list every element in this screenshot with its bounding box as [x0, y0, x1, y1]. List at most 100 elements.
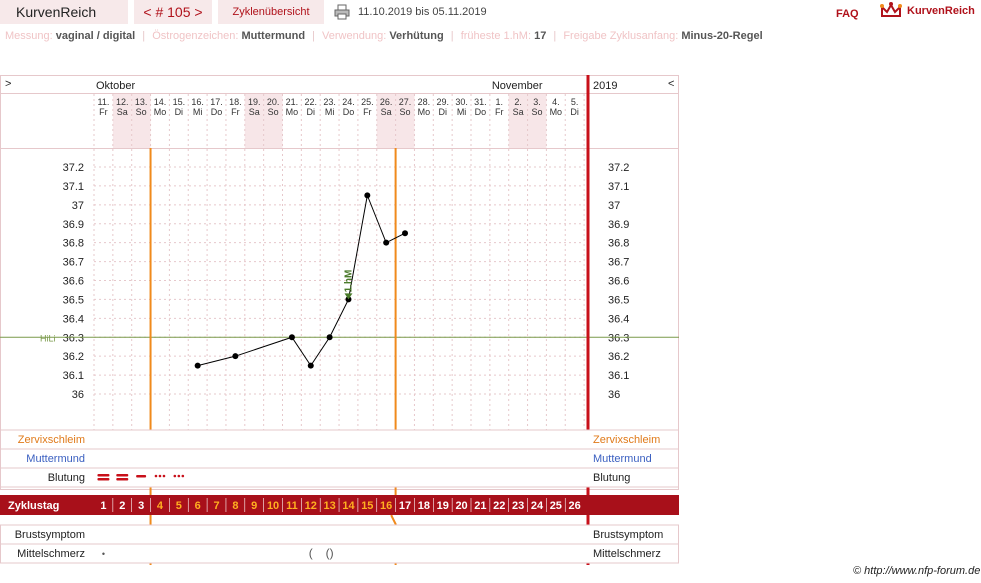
y-tick-label-left: 36.5 — [63, 294, 84, 306]
bleeding-light-mark — [177, 474, 181, 478]
copyright[interactable]: © http://www.nfp-forum.de — [853, 565, 980, 577]
day-date-label: 30. — [455, 97, 468, 107]
cycle-day-number: 11 — [286, 500, 298, 512]
cycle-day-number: 25 — [550, 500, 562, 512]
setting-earliest-hm-value: 17 — [534, 30, 547, 42]
bleeding-light-mark — [158, 474, 162, 478]
weekday-label: Mo — [286, 107, 299, 117]
separator: | — [142, 30, 146, 42]
cycle-day-number: 19 — [437, 500, 449, 512]
weekday-label: Di — [175, 107, 184, 117]
faq-link[interactable]: FAQ — [836, 8, 859, 20]
day-date-label: 12. — [116, 97, 129, 107]
weekday-label: Mo — [418, 107, 431, 117]
y-tick-label-left: 36 — [72, 389, 84, 401]
cycle-day-number: 22 — [493, 500, 505, 512]
cycle-day-title: Zyklustag — [8, 500, 59, 512]
day-date-label: 22. — [305, 97, 318, 107]
setting-cycle-start-value: Minus-20-Regel — [681, 30, 763, 42]
cycle-navigation[interactable]: < # 105 > — [134, 0, 212, 24]
day-date-label: 13. — [135, 97, 148, 107]
weekday-label: So — [268, 107, 279, 117]
day-date-label: 5. — [571, 97, 579, 107]
weekday-label: Sa — [249, 107, 260, 117]
first-high-label: 1.hM — [343, 270, 354, 293]
cycle-day-number: 13 — [324, 500, 336, 512]
y-tick-label-right: 36.8 — [608, 238, 629, 250]
next-cycle-arrow[interactable]: < — [668, 78, 674, 90]
cycle-day-number: 1 — [100, 500, 106, 512]
weekday-label: Do — [475, 107, 487, 117]
day-date-label: 25. — [361, 97, 374, 107]
logo-text[interactable]: KurvenReich — [907, 5, 975, 17]
month-label: November — [492, 80, 543, 92]
y-tick-label-right: 36.7 — [608, 257, 629, 269]
prev-cycle-arrow[interactable]: > — [5, 78, 11, 90]
weekday-label: Mi — [193, 107, 203, 117]
weekday-label: Mi — [325, 107, 335, 117]
y-tick-label-left: 36.9 — [63, 219, 84, 231]
separator: | — [312, 30, 315, 42]
y-tick-label-right: 36.1 — [608, 370, 629, 382]
y-tick-label-left: 36.1 — [63, 370, 84, 382]
row-zervix-bg — [0, 429, 679, 450]
bleeding-light-mark — [181, 474, 185, 478]
setting-usage-value: Verhütung — [389, 30, 444, 42]
y-tick-label-right: 36 — [608, 389, 620, 401]
weekday-label: Di — [438, 107, 447, 117]
day-date-label: 3. — [533, 97, 541, 107]
cycle-day-number: 24 — [531, 500, 544, 512]
weekday-label: Fr — [363, 107, 372, 117]
row-brustsymptom-bg — [0, 524, 679, 545]
weekday-label: Sa — [381, 107, 392, 117]
kurvenreich-crown-icon[interactable] — [880, 2, 902, 20]
setting-measurement-label: Messung: — [5, 30, 53, 42]
row-blutung-label: Blutung — [48, 472, 85, 484]
temperature-point — [402, 230, 409, 237]
cover-line-label: HiLi — [40, 333, 56, 343]
printer-icon[interactable] — [334, 4, 350, 20]
weekday-label: Fr — [231, 107, 240, 117]
weekday-label: Fr — [495, 107, 504, 117]
temperature-point — [364, 192, 371, 199]
setting-usage-label: Verwendung: — [322, 30, 387, 42]
row-mittelschmerz-label: Mittelschmerz — [17, 548, 85, 560]
y-tick-label-left: 36.8 — [63, 238, 84, 250]
cycle-day-number: 8 — [232, 500, 238, 512]
weekday-label: Mi — [457, 107, 467, 117]
cycle-day-number: 21 — [474, 500, 486, 512]
day-date-label: 4. — [552, 97, 560, 107]
day-date-label: 15. — [173, 97, 186, 107]
mittelschmerz-mark: • — [102, 549, 105, 559]
day-date-label: 24. — [342, 97, 355, 107]
temperature-point — [194, 362, 201, 369]
bleeding-light-mark — [173, 474, 177, 478]
separator: | — [450, 30, 454, 42]
y-tick-label-right: 36.4 — [608, 313, 629, 325]
brand-title[interactable]: KurvenReich — [0, 0, 128, 24]
y-tick-label-right: 36.5 — [608, 294, 629, 306]
settings-line: Messung: vaginal / digital | Östrogenzei… — [0, 28, 981, 44]
day-date-label: 29. — [436, 97, 449, 107]
temperature-point — [326, 334, 333, 341]
weekday-label: So — [136, 107, 147, 117]
bleeding-heavy-mark — [97, 478, 110, 481]
day-date-label: 27. — [399, 97, 412, 107]
bleeding-light-mark — [162, 474, 166, 478]
setting-estrogen-label: Östrogenzeichen: — [152, 30, 239, 42]
weekday-label: Do — [343, 107, 355, 117]
separator: | — [553, 30, 557, 42]
row-zervix-label: Zervixschleim — [18, 434, 85, 446]
weekday-label: So — [400, 107, 411, 117]
bleeding-medium-mark — [136, 475, 147, 478]
day-date-label: 28. — [418, 97, 431, 107]
day-date-label: 11. — [98, 97, 110, 107]
cycle-day-number: 7 — [213, 500, 219, 512]
cycle-day-number: 17 — [399, 500, 411, 512]
day-date-label: 20. — [267, 97, 280, 107]
y-tick-label-left: 37 — [72, 200, 84, 212]
y-tick-label-left: 37.2 — [63, 162, 84, 174]
cycle-overview-tab[interactable]: Zyklenübersicht — [218, 0, 324, 24]
day-date-label: 31. — [474, 97, 487, 107]
cycle-day-number: 23 — [512, 500, 524, 512]
